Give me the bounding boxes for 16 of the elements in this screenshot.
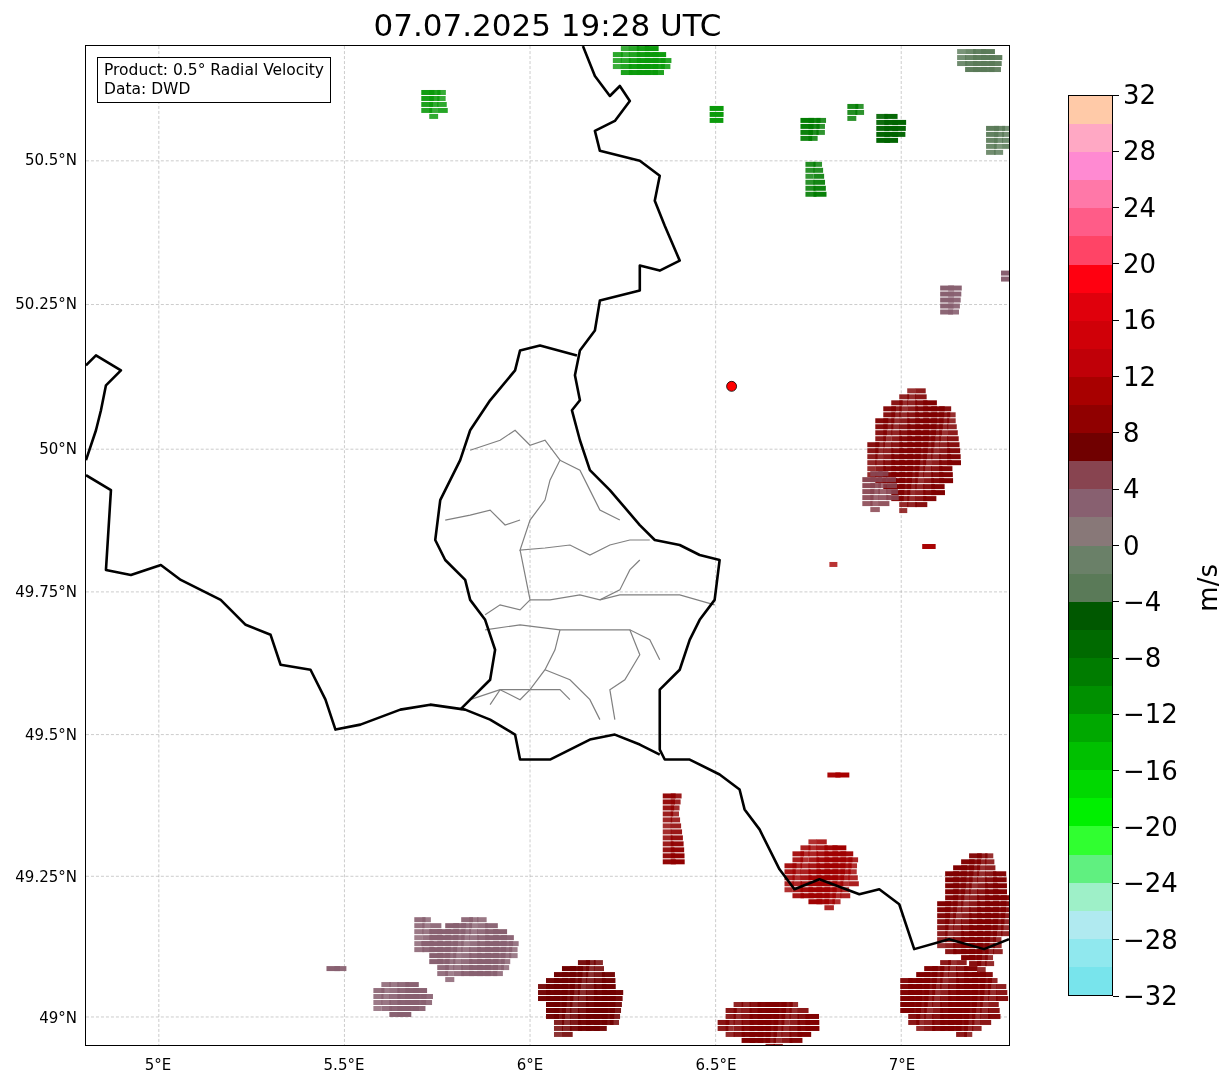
latitude-label: 49.25°N xyxy=(15,868,77,886)
latitude-label: 49°N xyxy=(39,1009,77,1027)
latitude-label: 49.75°N xyxy=(15,583,77,601)
longitude-label: 7°E xyxy=(888,1056,916,1074)
chart-title: 07.07.2025 19:28 UTC xyxy=(372,6,723,45)
longitude-label: 5°E xyxy=(144,1056,172,1074)
latitude-label: 50°N xyxy=(39,440,77,458)
longitude-label: 6°E xyxy=(516,1056,544,1074)
colorbar-label: m/s xyxy=(1193,564,1223,612)
info-text: Data: DWD xyxy=(104,80,192,99)
latitude-label: 49.5°N xyxy=(24,726,77,744)
latitude-label: 50.25°N xyxy=(15,295,77,313)
info-text: Product: 0.5° Radial Velocity xyxy=(104,61,324,80)
latitude-label: 50.5°N xyxy=(24,151,77,169)
longitude-label: 6.5°E xyxy=(695,1056,737,1074)
longitude-label: 5.5°E xyxy=(323,1056,365,1074)
